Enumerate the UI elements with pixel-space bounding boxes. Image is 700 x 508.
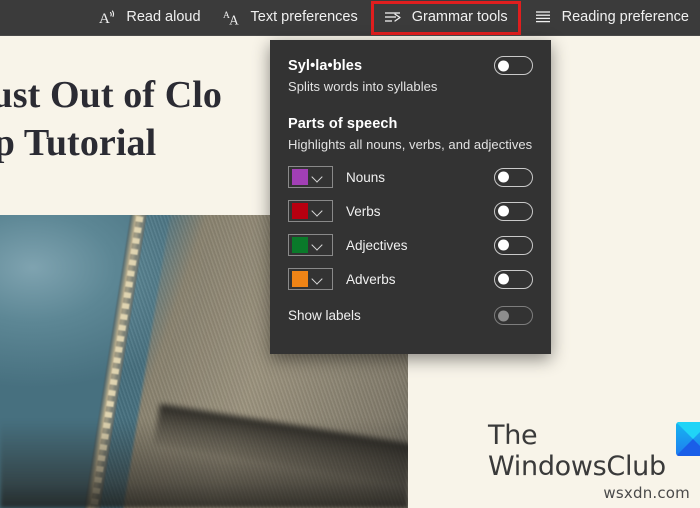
chevron-down-icon (311, 171, 324, 184)
verbs-color-picker[interactable] (288, 200, 333, 222)
syllables-toggle-knob (498, 60, 509, 71)
chevron-down-icon (311, 205, 324, 218)
nouns-label: Nouns (346, 169, 386, 185)
nouns-toggle-knob (498, 171, 509, 183)
speaker-letter-a-icon: A (98, 8, 117, 27)
toolbar-label-grammar-tools: Grammar tools (411, 9, 508, 26)
syllables-header-row: Syl•la•bles (288, 56, 533, 75)
svg-text:A: A (99, 11, 110, 27)
adverbs-color-swatch (292, 271, 308, 287)
adverbs-color-picker[interactable] (288, 268, 333, 290)
toolbar-label-reading-preferences: Reading preference (561, 9, 689, 26)
adjectives-toggle[interactable] (494, 235, 533, 255)
toolbar-item-text-preferences[interactable]: A A Text preferences (212, 3, 369, 33)
show-labels-toggle[interactable] (494, 306, 533, 325)
show-labels-toggle-knob (498, 310, 509, 321)
parts-of-speech-row-adverbs: Adverbs (288, 266, 533, 292)
page-title-line-1: Rust Out of Clo (0, 74, 223, 116)
syllables-title: Syl•la•bles (288, 57, 363, 74)
verbs-toggle[interactable] (494, 201, 533, 221)
hamburger-lines-icon (534, 8, 553, 27)
show-labels-row: Show labels (288, 306, 533, 325)
toolbar-label-read-aloud: Read aloud (126, 9, 201, 26)
double-letter-a-icon: A A (223, 8, 242, 27)
adjectives-toggle-knob (498, 239, 509, 251)
parts-of-speech-title: Parts of speech (288, 116, 398, 132)
syllables-toggle[interactable] (494, 56, 533, 75)
adverbs-toggle[interactable] (494, 269, 533, 289)
syllables-section: Syl•la•bles Splits words into syllables (288, 56, 533, 94)
adjectives-color-picker[interactable] (288, 234, 333, 256)
verbs-toggle-knob (498, 205, 509, 217)
toolbar-label-text-preferences: Text preferences (250, 9, 358, 26)
adjectives-label: Adjectives (346, 237, 408, 253)
parts-of-speech-row-nouns: Nouns (288, 164, 533, 190)
windowsclub-square-icon (675, 422, 700, 456)
page-title: Rust Out of Clo tep Tutorial (0, 72, 294, 167)
logo-line-1: The (488, 420, 538, 451)
toolbar-item-reading-preferences[interactable]: Reading preference (523, 3, 700, 33)
parts-of-speech-description: Highlights all nouns, verbs, and adjecti… (288, 137, 533, 152)
verbs-label: Verbs (346, 203, 381, 219)
svg-text:A: A (229, 13, 239, 27)
show-labels-label: Show labels (288, 308, 361, 323)
adjectives-color-swatch (292, 237, 308, 253)
parts-of-speech-row-verbs: Verbs (288, 198, 533, 224)
windowsclub-logo: The WindowsClub (488, 420, 700, 483)
site-watermark: wsxdn.com (603, 484, 690, 502)
logo-line-2: WindowsClub (488, 451, 666, 483)
nouns-toggle[interactable] (494, 167, 533, 187)
windowsclub-logo-text: The WindowsClub (488, 420, 666, 483)
parts-of-speech-row-adjectives: Adjectives (288, 232, 533, 258)
grammar-tools-flyout-panel: Syl•la•bles Splits words into syllables … (270, 40, 551, 354)
adverbs-label: Adverbs (346, 271, 396, 287)
immersive-reader-toolbar: A Read aloud A A Text preferences Gramma… (0, 0, 700, 36)
verbs-color-swatch (292, 203, 308, 219)
syllables-description: Splits words into syllables (288, 79, 438, 94)
chevron-down-icon (311, 239, 324, 252)
nouns-color-swatch (292, 169, 308, 185)
adverbs-toggle-knob (498, 273, 509, 285)
nouns-color-picker[interactable] (288, 166, 333, 188)
toolbar-item-read-aloud[interactable]: A Read aloud (87, 3, 211, 33)
chevron-down-icon (311, 273, 324, 286)
parts-of-speech-header: Parts of speech Highlights all nouns, ve… (288, 116, 533, 152)
grammar-lines-arrow-icon (384, 8, 403, 27)
page-title-line-2: tep Tutorial (0, 121, 157, 164)
photo-layer-shadow-lower (0, 420, 408, 508)
toolbar-item-grammar-tools[interactable]: Grammar tools (370, 0, 521, 35)
